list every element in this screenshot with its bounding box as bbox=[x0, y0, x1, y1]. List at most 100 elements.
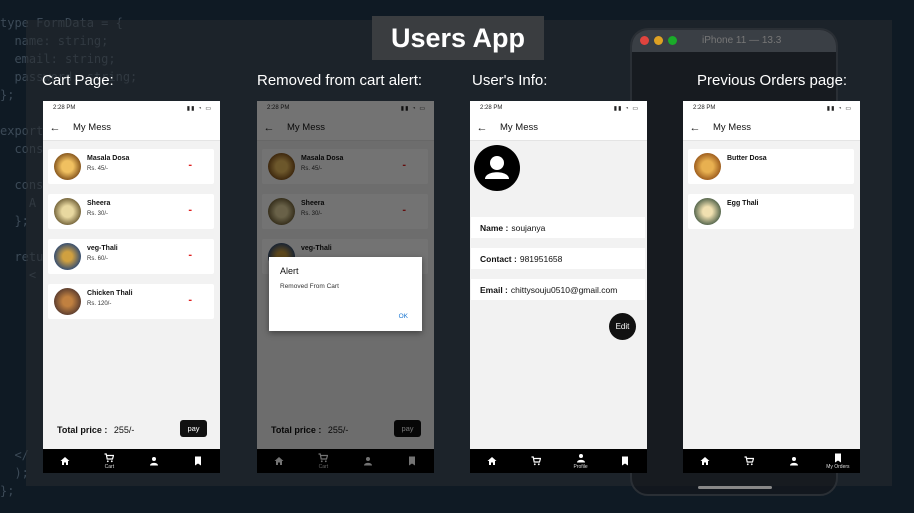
item-name: Egg Thali bbox=[727, 200, 759, 207]
pay-button[interactable]: pay bbox=[180, 420, 207, 437]
food-image bbox=[54, 243, 81, 270]
item-price: Rs. 60/- bbox=[87, 256, 109, 262]
back-arrow-icon[interactable]: ← bbox=[683, 122, 707, 134]
name-row: Name : soujanya bbox=[471, 217, 645, 238]
tab-home[interactable] bbox=[472, 456, 512, 466]
total-value: 255/- bbox=[113, 425, 135, 435]
home-indicator bbox=[698, 486, 772, 489]
tab-profile[interactable] bbox=[134, 456, 174, 466]
food-image bbox=[694, 198, 721, 225]
phone-orders: 2:28 PM ▮▮ ◔ ▭ ← My Mess Butter Dosa Egg… bbox=[683, 101, 860, 473]
tab-label: Profile bbox=[573, 463, 588, 470]
email-label: Email : bbox=[480, 284, 508, 295]
status-time: 2:28 PM bbox=[53, 105, 76, 111]
food-image bbox=[54, 153, 81, 180]
tab-home[interactable] bbox=[685, 456, 725, 466]
tab-home[interactable] bbox=[45, 456, 85, 466]
contact-value: 981951658 bbox=[519, 253, 563, 264]
person-icon bbox=[149, 457, 158, 466]
remove-button[interactable]: - bbox=[188, 159, 192, 171]
tab-label: Cart bbox=[104, 463, 115, 470]
tab-orders[interactable] bbox=[605, 456, 645, 466]
header-title: My Mess bbox=[500, 122, 538, 133]
remove-button[interactable]: - bbox=[188, 249, 192, 261]
food-image bbox=[54, 198, 81, 225]
status-bar: 2:28 PM ▮▮ ◔ ▭ bbox=[470, 101, 647, 115]
tab-orders[interactable]: My Orders bbox=[818, 453, 858, 470]
alert-message: Removed From Cart bbox=[280, 283, 339, 290]
simulator-title: iPhone 11 — 13.3 bbox=[702, 35, 782, 46]
name-value: soujanya bbox=[511, 222, 546, 233]
status-icons: ▮▮ ◔ ▭ bbox=[613, 105, 639, 112]
zoom-dot-icon[interactable] bbox=[668, 36, 677, 45]
cart-icon bbox=[104, 452, 115, 462]
header: ← My Mess bbox=[683, 115, 860, 141]
home-icon bbox=[60, 457, 70, 465]
tab-bar: My Orders bbox=[683, 449, 860, 473]
header: ← My Mess bbox=[43, 115, 220, 141]
user-icon bbox=[485, 156, 509, 179]
alert-dialog: Alert Removed From Cart OK bbox=[269, 257, 422, 331]
tab-bar: Cart bbox=[43, 449, 220, 473]
label-user-info: User's Info: bbox=[472, 72, 548, 89]
total-price: Total price : 255/- bbox=[57, 425, 134, 435]
back-arrow-icon[interactable]: ← bbox=[470, 122, 494, 134]
food-image bbox=[694, 153, 721, 180]
phone-alert: 2:28 PM ▮▮ ◔ ▭ ← My Mess Masala Dosa Rs.… bbox=[257, 101, 434, 473]
cart-icon bbox=[744, 456, 755, 466]
tab-label: My Orders bbox=[826, 463, 850, 470]
alert-ok-button[interactable]: OK bbox=[399, 313, 408, 320]
alert-title: Alert bbox=[280, 266, 299, 276]
status-icons: ▮▮ ◔ ▭ bbox=[186, 105, 212, 112]
person-icon bbox=[576, 453, 585, 462]
close-dot-icon[interactable] bbox=[640, 36, 649, 45]
item-name: veg-Thali bbox=[87, 245, 118, 252]
food-image bbox=[54, 288, 81, 315]
cart-icon bbox=[531, 456, 542, 466]
home-icon bbox=[487, 457, 497, 465]
label-alert: Removed from cart alert: bbox=[257, 72, 423, 89]
remove-button[interactable]: - bbox=[188, 204, 192, 216]
cart-item: Chicken Thali Rs. 120/- - bbox=[48, 284, 214, 319]
tab-cart[interactable]: Cart bbox=[89, 452, 129, 470]
phone-user-info: 2:28 PM ▮▮ ◔ ▭ ← My Mess Name : soujanya… bbox=[470, 101, 647, 473]
email-row: Email : chittysouju0510@gmail.com bbox=[471, 279, 645, 300]
cart-item: Masala Dosa Rs. 45/- - bbox=[48, 149, 214, 184]
bookmark-icon bbox=[621, 456, 628, 466]
status-icons: ▮▮ ◔ ▭ bbox=[826, 105, 852, 112]
order-item: Egg Thali bbox=[688, 194, 854, 229]
minimize-dot-icon[interactable] bbox=[654, 36, 663, 45]
item-name: Masala Dosa bbox=[87, 155, 130, 162]
tab-orders[interactable] bbox=[178, 456, 218, 466]
home-icon bbox=[700, 457, 710, 465]
order-item: Butter Dosa bbox=[688, 149, 854, 184]
cart-item: veg-Thali Rs. 60/- - bbox=[48, 239, 214, 274]
item-price: Rs. 30/- bbox=[87, 211, 109, 217]
header-title: My Mess bbox=[713, 122, 751, 133]
app-title: Users App bbox=[372, 16, 544, 60]
edit-button[interactable]: Edit bbox=[609, 313, 636, 340]
label-cart-page: Cart Page: bbox=[42, 72, 114, 89]
tab-cart[interactable] bbox=[729, 456, 769, 466]
contact-row: Contact : 981951658 bbox=[471, 248, 645, 269]
item-price: Rs. 45/- bbox=[87, 166, 109, 172]
avatar bbox=[474, 145, 520, 191]
remove-button[interactable]: - bbox=[188, 294, 192, 306]
item-name: Sheera bbox=[87, 200, 111, 207]
status-time: 2:28 PM bbox=[480, 105, 503, 111]
tab-profile[interactable] bbox=[774, 456, 814, 466]
person-icon bbox=[789, 457, 798, 466]
bookmark-icon bbox=[834, 453, 841, 462]
bookmark-icon bbox=[194, 456, 201, 466]
phone-cart: 2:28 PM ▮▮ ◔ ▭ ← My Mess Masala Dosa Rs.… bbox=[43, 101, 220, 473]
cart-item: Sheera Rs. 30/- - bbox=[48, 194, 214, 229]
name-label: Name : bbox=[480, 222, 509, 233]
header-title: My Mess bbox=[73, 122, 111, 133]
contact-label: Contact : bbox=[480, 253, 517, 264]
item-name: Butter Dosa bbox=[727, 155, 767, 162]
label-orders-page: Previous Orders page: bbox=[697, 72, 848, 89]
tab-cart[interactable] bbox=[516, 456, 556, 466]
header: ← My Mess bbox=[470, 115, 647, 141]
back-arrow-icon[interactable]: ← bbox=[43, 122, 67, 134]
tab-profile[interactable]: Profile bbox=[561, 453, 601, 470]
